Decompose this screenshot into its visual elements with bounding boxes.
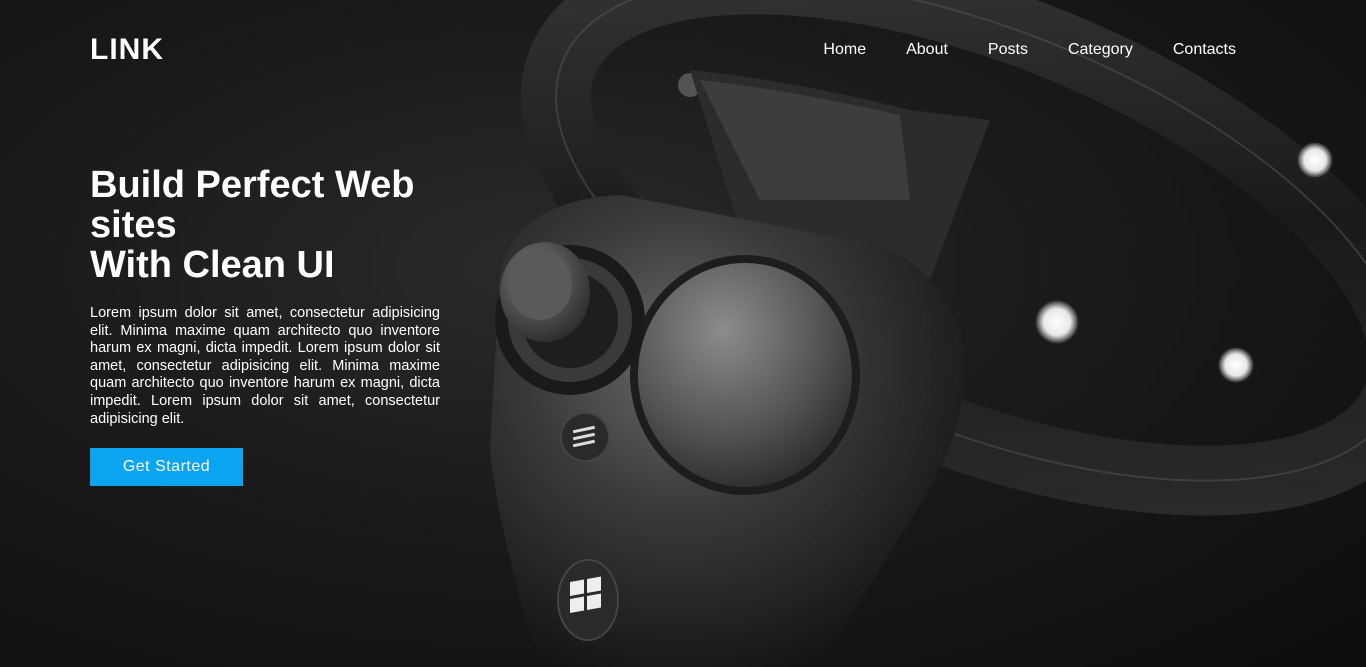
- site-logo[interactable]: LINK: [90, 33, 164, 67]
- nav-item-category[interactable]: Category: [1068, 41, 1133, 59]
- get-started-button[interactable]: Get Started: [90, 448, 243, 487]
- hero-title-line-3: With Clean UI: [90, 244, 335, 286]
- hero-section: LINK Home About Posts Category Contacts …: [0, 0, 1366, 667]
- nav-item-home[interactable]: Home: [823, 41, 866, 59]
- hero-title-line-2: sites: [90, 204, 177, 246]
- hero-description: Lorem ipsum dolor sit amet, consectetur …: [90, 305, 440, 427]
- hero-title: Build Perfect Web sites With Clean UI: [90, 165, 440, 285]
- nav-item-contacts[interactable]: Contacts: [1173, 41, 1236, 59]
- nav-item-posts[interactable]: Posts: [988, 41, 1028, 59]
- nav-item-about[interactable]: About: [906, 41, 948, 59]
- nav-menu: Home About Posts Category Contacts: [823, 41, 1236, 59]
- vr-controller-image: [490, 0, 1366, 667]
- hero-title-line-1: Build Perfect Web: [90, 164, 415, 206]
- top-navbar: LINK Home About Posts Category Contacts: [0, 0, 1366, 100]
- hero-content: Build Perfect Web sites With Clean UI Lo…: [90, 165, 440, 487]
